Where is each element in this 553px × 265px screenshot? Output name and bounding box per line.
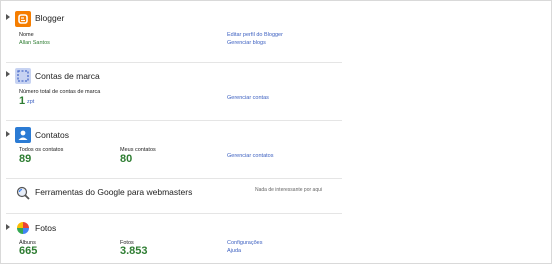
photos-help-link[interactable]: Ajuda bbox=[227, 248, 241, 254]
brand-count-sub: zpt bbox=[27, 99, 35, 105]
edit-blogger-profile-link[interactable]: Editar perfil do Blogger bbox=[227, 32, 283, 38]
section-title-contacts: Contatos bbox=[35, 130, 70, 140]
divider bbox=[6, 213, 342, 214]
expand-arrow-brand[interactable] bbox=[6, 71, 10, 77]
photos-settings-link[interactable]: Configurações bbox=[227, 240, 262, 246]
section-title-photos: Fotos bbox=[35, 223, 57, 233]
manage-accounts-link[interactable]: Gerenciar contas bbox=[227, 95, 269, 101]
blogger-name-label: Nome bbox=[19, 32, 34, 38]
section-title-blogger: Blogger bbox=[35, 13, 65, 23]
webmasters-empty-note: Nada de interessante por aqui bbox=[255, 187, 322, 193]
expand-arrow-photos[interactable] bbox=[6, 224, 10, 230]
expand-arrow-blogger[interactable] bbox=[6, 14, 10, 20]
photos-icon bbox=[15, 220, 31, 236]
blogger-icon bbox=[15, 11, 31, 27]
webmasters-icon bbox=[15, 185, 31, 201]
divider bbox=[6, 178, 342, 179]
albums-value: 665 bbox=[19, 245, 38, 257]
section-title-webmasters: Ferramentas do Google para webmasters bbox=[35, 187, 193, 197]
brand-count-value: 1 bbox=[19, 95, 26, 107]
divider bbox=[6, 120, 342, 121]
section-title-brand: Contas de marca bbox=[35, 71, 100, 81]
contacts-icon bbox=[15, 127, 31, 143]
manage-blogs-link[interactable]: Gerenciar blogs bbox=[227, 40, 266, 46]
my-contacts-value: 80 bbox=[120, 153, 133, 165]
manage-contacts-link[interactable]: Gerenciar contatos bbox=[227, 153, 273, 159]
page-frame bbox=[0, 0, 552, 264]
brand-accounts-icon bbox=[15, 68, 31, 84]
expand-arrow-contacts[interactable] bbox=[6, 131, 10, 137]
brand-count-label: Número total de contas de marca bbox=[19, 89, 101, 95]
photos-count-value: 3.853 bbox=[120, 245, 148, 257]
all-contacts-value: 89 bbox=[19, 153, 32, 165]
blogger-name-value: Allan Santos bbox=[19, 40, 50, 46]
divider bbox=[6, 62, 342, 63]
